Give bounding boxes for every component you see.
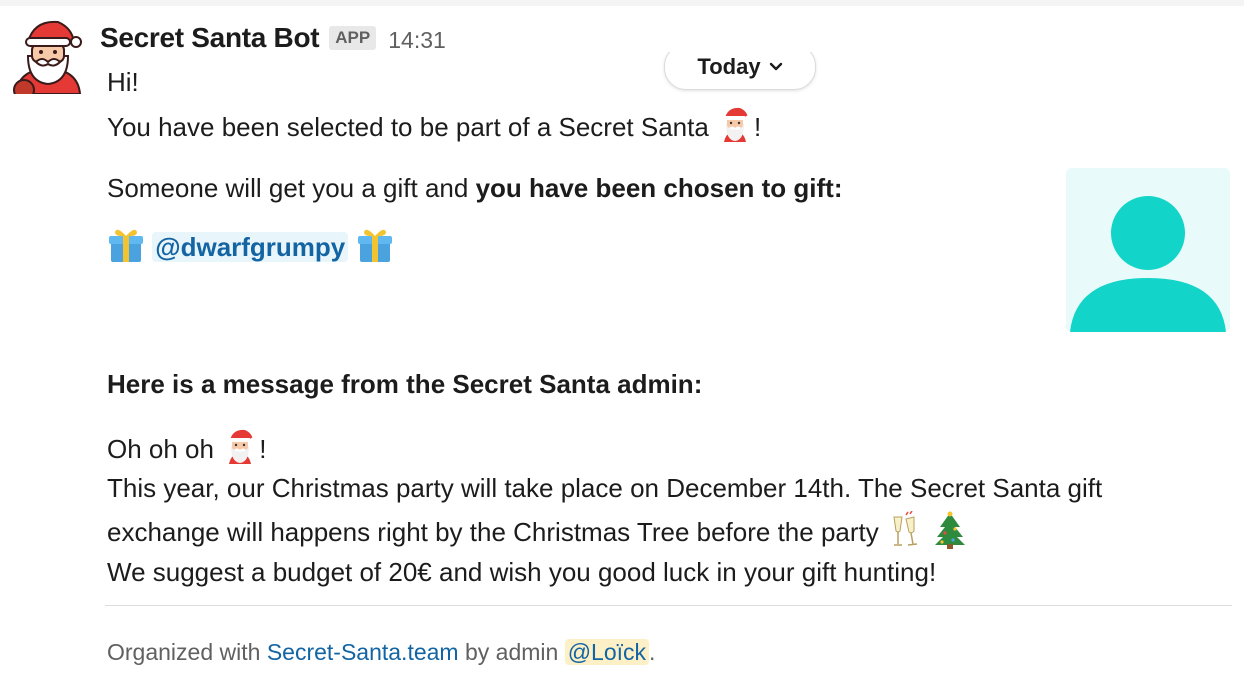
greeting-line: Hi! [107,64,139,100]
message-header: Secret Santa Bot APP 14:31 [100,20,446,56]
exclaim-text: ! [754,112,762,142]
recipient-mention[interactable]: @dwarfgrumpy [152,232,349,262]
gift-intro-line: Someone will get you a gift and you have… [107,170,843,206]
footer-middle: by admin [458,639,565,665]
santa-emoji-icon [716,106,754,144]
message-footer: Organized with Secret-Santa.team by admi… [107,634,655,670]
footer-prefix: Organized with [107,639,267,665]
admin-line-2: exchange will happens right by the Chris… [107,511,969,550]
admin-mention[interactable]: @Loïck [564,639,650,665]
admin-heading: Here is a message from the Secret Santa … [107,369,703,399]
gift-emoji-icon [356,226,394,264]
admin-line-1-text: This year, our Christmas party will take… [107,473,1103,503]
admin-line-3: We suggest a budget of 20€ and wish you … [107,554,936,590]
christmas-tree-emoji-icon [931,511,969,549]
sender-name[interactable]: Secret Santa Bot [100,22,320,54]
gift-emoji-icon [107,226,145,264]
date-divider-label: Today [697,54,761,79]
footer-suffix: . [649,639,656,665]
user-placeholder-icon [1070,196,1226,332]
message-divider [105,605,1232,606]
admin-line-2-text: exchange will happens right by the Chris… [107,517,879,547]
admin-line-1: This year, our Christmas party will take… [107,470,1102,506]
champagne-emoji-icon [886,511,924,549]
app-badge: APP [329,26,377,50]
santa-avatar-icon[interactable] [10,18,86,94]
admin-line-3-text: We suggest a budget of 20€ and wish you … [107,557,937,587]
recipient-line: @dwarfgrumpy [107,226,394,265]
message-timestamp[interactable]: 14:31 [388,23,446,54]
exclaim-text: ! [259,434,267,464]
date-divider-button[interactable]: Today [664,52,816,90]
admin-greeting-line: Oh oh oh ! [107,428,266,467]
selected-text: You have been selected to be part of a S… [107,112,709,142]
gift-intro-text: Someone will get you a gift and [107,173,476,203]
recipient-profile-image[interactable] [1066,168,1230,332]
admin-heading-line: Here is a message from the Secret Santa … [107,366,702,402]
admin-greeting-text: Oh oh oh [107,434,214,464]
santa-emoji-icon [221,428,259,466]
gift-intro-bold: you have been chosen to gift: [475,173,843,203]
secret-santa-link[interactable]: Secret-Santa.team [267,639,459,665]
top-strip [0,0,1244,6]
chevron-down-icon [769,62,782,71]
selected-line: You have been selected to be part of a S… [107,106,761,145]
greeting-text: Hi! [107,67,139,97]
